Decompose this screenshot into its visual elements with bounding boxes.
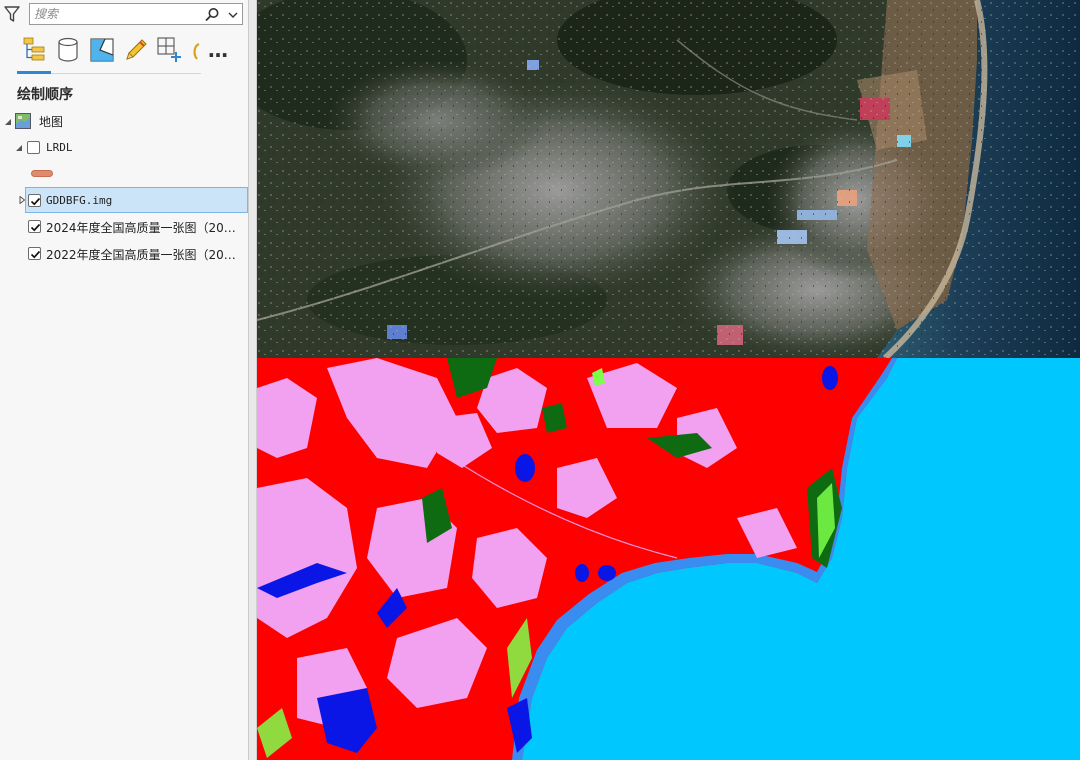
list-by-labeling-icon[interactable]	[190, 36, 200, 64]
more-options-button[interactable]: …	[208, 38, 229, 62]
chevron-down-icon[interactable]	[226, 8, 240, 22]
collapse-arrow-icon[interactable]	[15, 144, 23, 152]
checkmark-icon	[30, 197, 41, 206]
layer-label-2022: 2022年度全国高质量一张图（20…	[46, 248, 236, 262]
search-box	[29, 3, 243, 25]
list-by-drawing-order-icon[interactable]	[20, 36, 48, 64]
map-view[interactable]	[257, 0, 1080, 760]
checkmark-icon	[30, 223, 41, 232]
list-by-selection-icon[interactable]	[88, 36, 116, 64]
layer-row-gddbfg[interactable]: GDDBFG.img	[19, 187, 248, 213]
list-by-snapping-icon[interactable]	[156, 36, 184, 64]
layer-row-2022[interactable]: 2022年度全国高质量一张图（20…	[0, 241, 249, 267]
layer-checkbox-2022[interactable]	[28, 247, 41, 260]
layer-row-lrdl[interactable]: LRDL	[0, 135, 249, 161]
layer-row-map[interactable]: 地图	[0, 108, 249, 134]
search-input[interactable]	[34, 6, 194, 22]
layer-label-2024: 2024年度全国高质量一张图（20…	[46, 221, 236, 235]
contents-toolbar: …	[14, 36, 228, 76]
layer-checkbox-gddbfg[interactable]	[28, 194, 41, 207]
layer-row-2024[interactable]: 2024年度全国高质量一张图（20…	[0, 214, 249, 240]
search-icon[interactable]	[204, 7, 220, 22]
filter-icon[interactable]	[4, 5, 20, 23]
map-icon	[15, 113, 31, 129]
list-by-source-icon[interactable]	[54, 36, 82, 64]
section-title: 绘制顺序	[17, 87, 73, 103]
layer-symbol-swatch[interactable]	[31, 170, 53, 177]
collapse-arrow-icon[interactable]	[4, 118, 12, 126]
layer-checkbox-2024[interactable]	[28, 220, 41, 233]
layer-label-map: 地图	[39, 115, 64, 129]
list-by-editing-icon[interactable]	[122, 36, 150, 64]
active-tab-indicator	[17, 71, 51, 74]
classified-landuse-layer[interactable]	[257, 358, 1080, 760]
pane-splitter[interactable]	[249, 0, 257, 760]
checkmark-icon	[30, 250, 41, 259]
layer-label-lrdl: LRDL	[46, 141, 73, 154]
layer-label-gddbfg: GDDBFG.img	[46, 194, 113, 207]
layer-checkbox-lrdl[interactable]	[27, 141, 40, 154]
contents-pane: … 绘制顺序 地图 LRDL GDDBFG.img	[0, 0, 249, 760]
satellite-imagery-layer[interactable]	[257, 0, 1080, 358]
expand-arrow-icon[interactable]	[18, 196, 26, 204]
